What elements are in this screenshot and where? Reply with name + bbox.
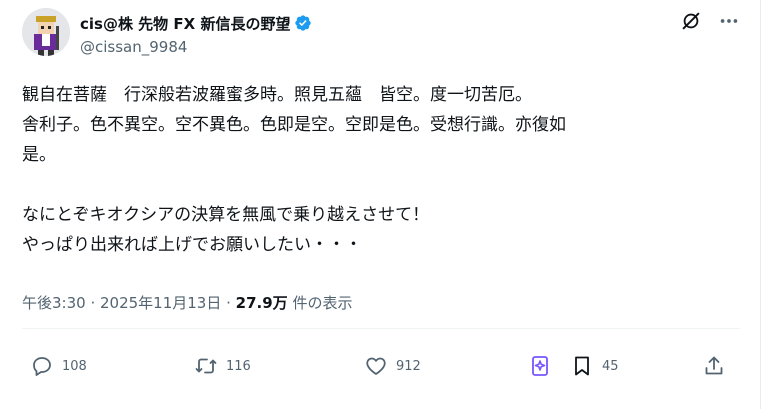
avatar[interactable] bbox=[22, 8, 70, 56]
reply-icon bbox=[33, 357, 51, 376]
view-count-label: 件の表示 bbox=[287, 294, 353, 312]
tweet-text: 観自在菩薩 行深般若波羅蜜多時。照見五蘊 皆空。度一切苦厄。 舎利子。色不異空。… bbox=[22, 85, 566, 255]
share-button[interactable] bbox=[702, 352, 726, 380]
more-icon[interactable] bbox=[718, 10, 740, 32]
bookmark-button[interactable]: 45 bbox=[570, 352, 619, 380]
display-name-row: cis@株 先物 FX 新信長の野望 bbox=[80, 12, 312, 34]
action-bar: 108 116 912 45 bbox=[22, 352, 740, 380]
post-time[interactable]: 午後3:30 bbox=[22, 294, 86, 312]
meta-separator: · bbox=[221, 294, 236, 312]
author-handle[interactable]: @cissan_9984 bbox=[80, 38, 312, 56]
grok-icon[interactable] bbox=[680, 10, 702, 32]
heart-icon bbox=[366, 357, 386, 375]
verified-badge-icon[interactable] bbox=[294, 14, 312, 32]
bookmark-count: 45 bbox=[602, 358, 619, 374]
tweet-card: cis@株 先物 FX 新信長の野望 @cissan_9984 観自在菩薩 行深… bbox=[0, 0, 761, 409]
like-button[interactable]: 912 bbox=[364, 352, 421, 380]
repost-button[interactable]: 116 bbox=[194, 352, 251, 380]
view-count[interactable]: 27.9万 bbox=[236, 294, 288, 312]
reply-button[interactable]: 108 bbox=[30, 352, 87, 380]
bookmark-icon bbox=[575, 356, 589, 376]
like-count: 912 bbox=[396, 358, 421, 374]
pixel-art-character-avatar-icon bbox=[22, 8, 70, 56]
grok-analyze-icon bbox=[532, 356, 548, 376]
share-icon bbox=[705, 356, 723, 375]
tweet-header: cis@株 先物 FX 新信長の野望 @cissan_9984 bbox=[22, 8, 740, 60]
author-names: cis@株 先物 FX 新信長の野望 @cissan_9984 bbox=[80, 12, 312, 56]
display-name[interactable]: cis@株 先物 FX 新信長の野望 bbox=[80, 13, 290, 34]
divider bbox=[22, 328, 740, 329]
tweet-meta: 午後3:30 · 2025年11月13日 · 27.9万 件の表示 bbox=[22, 292, 352, 313]
reply-count: 108 bbox=[62, 358, 87, 374]
grok-analyze-button[interactable] bbox=[528, 352, 552, 380]
header-actions bbox=[680, 10, 740, 32]
repost-icon bbox=[195, 358, 217, 374]
post-date[interactable]: 2025年11月13日 bbox=[100, 294, 221, 312]
meta-separator: · bbox=[85, 294, 100, 312]
repost-count: 116 bbox=[226, 358, 251, 374]
